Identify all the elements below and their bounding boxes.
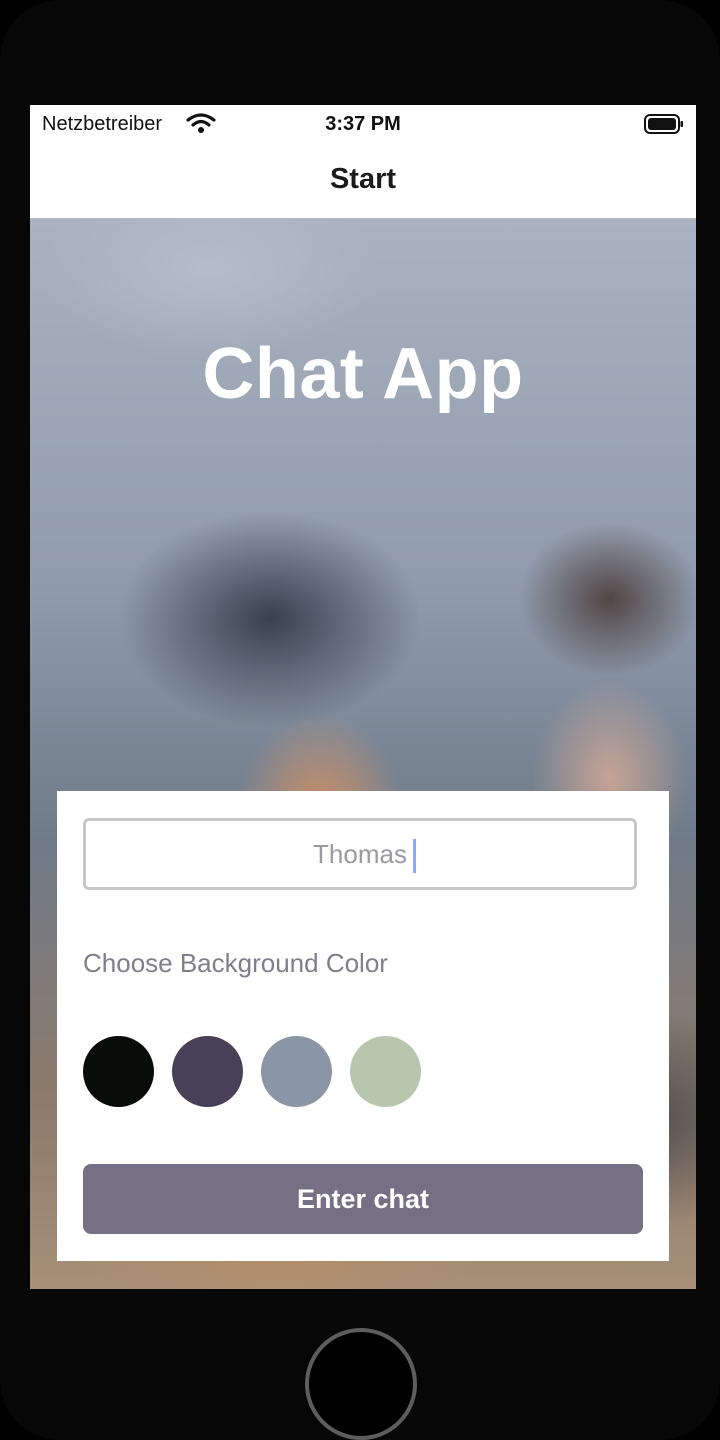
navigation-bar: Start (30, 145, 696, 219)
battery-icon (644, 114, 683, 134)
app-title: Chat App (202, 334, 524, 414)
color-swatch-green[interactable] (350, 1036, 421, 1107)
color-swatch-purple[interactable] (172, 1036, 243, 1107)
color-choice-label: Choose Background Color (83, 948, 388, 978)
start-form-card: Choose Background Color Enter chat (57, 791, 669, 1261)
background-image: Chat App Choose Background Color Enter c… (30, 219, 696, 1289)
status-time: 3:37 PM (325, 113, 401, 135)
home-button[interactable] (305, 1328, 417, 1440)
color-swatch-black[interactable] (83, 1036, 154, 1107)
app-screen: Netzbetreiber 3:37 PM Start Chat App Cho… (30, 105, 696, 1289)
nav-title: Start (329, 163, 397, 195)
color-swatch-grey-blue[interactable] (261, 1036, 332, 1107)
text-cursor (413, 839, 416, 873)
enter-chat-button[interactable]: Enter chat (83, 1164, 643, 1234)
status-bar: Netzbetreiber 3:37 PM (30, 105, 696, 145)
name-input[interactable] (83, 818, 637, 890)
